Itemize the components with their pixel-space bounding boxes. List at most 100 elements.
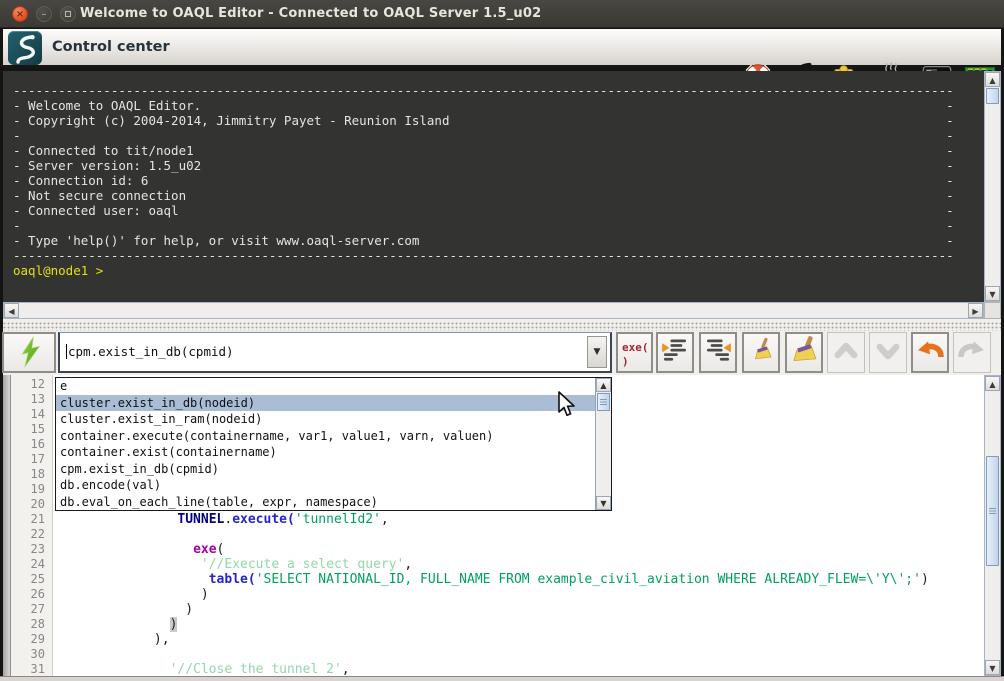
terminal-vertical-scrollbar[interactable]: ▲ ▼	[984, 71, 1001, 302]
line-number: 30	[11, 647, 52, 662]
scroll-down-icon[interactable]: ▼	[985, 660, 1000, 675]
maximize-button[interactable]	[60, 6, 76, 22]
terminal-line: - Connected user: oaql -	[13, 203, 984, 218]
scroll-down-icon[interactable]: ▼	[985, 286, 1000, 301]
line-number: 20	[11, 497, 52, 512]
line-number: 19	[11, 482, 52, 497]
terminal-line: ----------------------------------------…	[13, 248, 984, 263]
window-title: Welcome to OAQL Editor - Connected to OA…	[80, 0, 541, 27]
autocomplete-item[interactable]: e	[56, 378, 611, 395]
toolbar-title: Control center	[52, 29, 170, 66]
oaql-logo-snake-icon	[8, 31, 42, 65]
line-number: 18	[11, 467, 52, 482]
format-align-right-button[interactable]	[699, 332, 737, 373]
broom-small-icon	[745, 334, 777, 368]
line-number: 12	[11, 377, 52, 392]
terminal-line: - Connected to tit/node1 -	[13, 143, 984, 158]
terminal-output: ----------------------------------------…	[13, 83, 984, 263]
line-number: 14	[11, 407, 52, 422]
console-output[interactable]: ----------------------------------------…	[3, 71, 984, 302]
code-line[interactable]: )	[60, 587, 967, 602]
format-align-left-button[interactable]	[656, 332, 694, 373]
minimize-button[interactable]: –	[36, 6, 52, 22]
line-number: 16	[11, 437, 52, 452]
title-bar[interactable]: × – Welcome to OAQL Editor - Connected t…	[0, 0, 1004, 28]
code-line[interactable]: exe(	[60, 542, 967, 557]
main-toolbar: Control center	[3, 29, 1001, 68]
code-line[interactable]: table('SELECT NATIONAL_ID, FULL_NAME FRO…	[60, 572, 967, 587]
code-line[interactable]	[60, 527, 967, 542]
scroll-up-icon[interactable]: ▲	[985, 376, 1000, 391]
exe-wrap-button[interactable]: exe( )	[616, 332, 653, 373]
terminal-line: - Connection id: 6 -	[13, 173, 984, 188]
code-line[interactable]: )	[60, 617, 967, 632]
editor-scroll-thumb[interactable]	[986, 456, 999, 566]
code-line[interactable]: )	[60, 602, 967, 617]
mouse-pointer-icon	[556, 391, 578, 423]
undo-icon	[914, 334, 946, 368]
move-up-button[interactable]	[827, 332, 865, 373]
autocomplete-item[interactable]: container.execute(containername, var1, v…	[56, 428, 611, 445]
chevron-up-icon	[830, 334, 862, 368]
lightning-icon	[12, 334, 46, 370]
scroll-down-icon[interactable]: ▼	[596, 496, 611, 510]
terminal-horizontal-scrollbar[interactable]: ◀ ▶	[3, 302, 984, 319]
autocomplete-scrollbar[interactable]: ▲ ▼	[595, 378, 611, 510]
autocomplete-item[interactable]: cluster.exist_in_db(nodeid)	[56, 395, 611, 412]
scroll-up-icon[interactable]: ▲	[596, 378, 611, 392]
command-input-value: cpm.exist_in_db(cpmid)	[68, 344, 234, 359]
autocomplete-item[interactable]: cpm.exist_in_db(cpmid)	[56, 461, 611, 478]
line-number: 29	[11, 632, 52, 647]
code-line[interactable]	[60, 647, 967, 662]
line-number: 22	[11, 527, 52, 542]
move-down-button[interactable]	[869, 332, 907, 373]
editor-left-strip	[3, 375, 11, 676]
autocomplete-item[interactable]: cluster.exist_in_ram(nodeid)	[56, 411, 611, 428]
terminal-line: - Copyright (c) 2004-2014, Jimmitry Paye…	[13, 113, 984, 128]
code-line[interactable]: TUNNEL.execute('tunnelId2',	[60, 512, 967, 527]
editor-gutter: 1213141516171819202122232425262728293031	[11, 375, 53, 676]
exe-label-line2: )	[622, 355, 651, 369]
command-input[interactable]: cpm.exist_in_db(cpmid) ▼	[58, 332, 612, 373]
scroll-up-icon[interactable]: ▲	[985, 72, 1000, 87]
line-number: 13	[11, 392, 52, 407]
scroll-left-icon[interactable]: ◀	[4, 303, 19, 318]
terminal-line: - Welcome to OAQL Editor. -	[13, 98, 984, 113]
splitter-handle[interactable]	[3, 322, 1001, 331]
code-line[interactable]: ),	[60, 632, 967, 647]
autocomplete-item[interactable]: db.encode(val)	[56, 477, 611, 494]
autocomplete-item[interactable]: container.exist(containername)	[56, 444, 611, 461]
execute-button[interactable]	[2, 332, 56, 373]
close-button[interactable]: ×	[12, 6, 28, 22]
combo-dropdown-button[interactable]: ▼	[587, 336, 607, 368]
clean-all-button[interactable]	[785, 332, 823, 373]
redo-button[interactable]	[953, 332, 991, 373]
scroll-right-icon[interactable]: ▶	[968, 303, 983, 318]
terminal-line: - Server version: 1.5_u02 -	[13, 158, 984, 173]
line-number: 31	[11, 662, 52, 676]
editor-vertical-scrollbar[interactable]: ▲ ▼	[984, 375, 1001, 676]
chevron-down-icon	[872, 334, 904, 368]
line-number: 26	[11, 587, 52, 602]
line-number: 25	[11, 572, 52, 587]
window-bottom-border	[0, 676, 1004, 681]
undo-button[interactable]	[911, 332, 949, 373]
text-caret	[66, 344, 67, 359]
redo-icon	[956, 334, 988, 368]
line-number: 28	[11, 617, 52, 632]
code-line[interactable]: '//Execute a select query',	[60, 557, 967, 572]
terminal-line: - -	[13, 218, 984, 233]
autocomplete-dropdown: ecluster.exist_in_db(nodeid)cluster.exis…	[55, 377, 612, 511]
broom-large-icon	[788, 334, 820, 368]
terminal-line: - Not secure connection -	[13, 188, 984, 203]
clean-button[interactable]	[742, 332, 780, 373]
line-number: 17	[11, 452, 52, 467]
line-number: 15	[11, 422, 52, 437]
autocomplete-scroll-thumb[interactable]	[597, 393, 610, 411]
autocomplete-item[interactable]: db.eval_on_each_line(table, expr, namesp…	[56, 494, 611, 511]
terminal-line: - Type 'help()' for help, or visit www.o…	[13, 233, 984, 248]
line-number: 23	[11, 542, 52, 557]
terminal-scroll-thumb[interactable]	[986, 88, 999, 104]
terminal-line: ----------------------------------------…	[13, 83, 984, 98]
code-line[interactable]: '//Close the tunnel 2',	[60, 662, 967, 676]
